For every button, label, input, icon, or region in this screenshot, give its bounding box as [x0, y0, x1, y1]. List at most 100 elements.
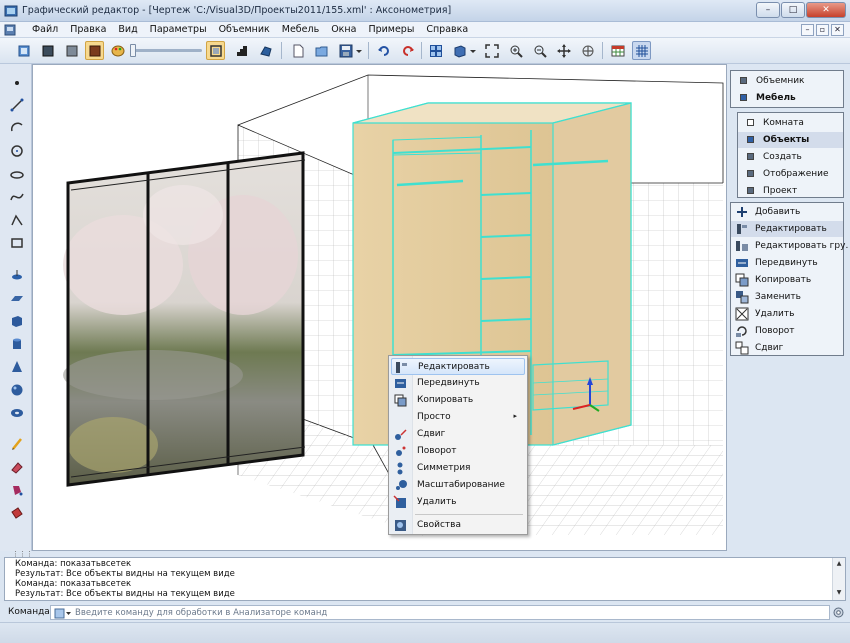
plane-icon[interactable]	[8, 289, 26, 307]
mdi-minimize-button[interactable]: –	[801, 24, 814, 36]
open-folder-icon[interactable]	[312, 41, 331, 60]
solid-icon[interactable]	[8, 266, 26, 284]
left-toolbar	[0, 64, 32, 551]
select-icon[interactable]	[14, 41, 33, 60]
section-display[interactable]: Отображение	[738, 166, 843, 182]
view-cube-icon[interactable]	[450, 41, 469, 60]
close-button[interactable]: ✕	[806, 2, 846, 18]
menu-volume[interactable]: Объемник	[213, 24, 276, 35]
dark-cube-icon[interactable]	[38, 41, 57, 60]
module-furniture[interactable]: Мебель	[731, 90, 843, 106]
title-bar: Графический редактор - [Чертеж 'C:/Visua…	[0, 0, 850, 22]
action-shift[interactable]: Сдвиг	[731, 340, 843, 356]
pencil-icon[interactable]	[8, 435, 26, 453]
section-objects[interactable]: Объекты	[738, 132, 843, 148]
menu-parameters[interactable]: Параметры	[144, 24, 213, 35]
shift-icon	[395, 429, 407, 440]
slider-thumb[interactable]	[130, 44, 136, 57]
3d-viewport[interactable]	[32, 64, 727, 551]
eraser-icon[interactable]	[8, 458, 26, 476]
zoom-out-icon[interactable]	[530, 41, 549, 60]
scroll-up-icon[interactable]: ▲	[834, 559, 844, 569]
spline-icon[interactable]	[8, 188, 26, 206]
table-icon[interactable]	[608, 41, 627, 60]
menu-furniture[interactable]: Мебель	[276, 24, 325, 35]
section-room[interactable]: Комната	[738, 115, 843, 131]
section-create[interactable]: Создать	[738, 149, 843, 165]
delete-icon	[393, 495, 406, 508]
view-dropdown-icon[interactable]	[468, 41, 478, 60]
cylinder-icon[interactable]	[8, 335, 26, 353]
grid-icon[interactable]	[632, 41, 651, 60]
grey-cube-icon[interactable]	[62, 41, 81, 60]
action-delete[interactable]: Удалить	[731, 306, 843, 322]
action-move[interactable]: Передвинуть	[731, 255, 843, 271]
torus-icon[interactable]	[8, 404, 26, 422]
box-icon[interactable]	[8, 312, 26, 330]
menu-edit[interactable]: Правка	[64, 24, 112, 35]
rectangle-icon[interactable]	[8, 234, 26, 252]
new-document-icon[interactable]	[288, 41, 307, 60]
log-scrollbar[interactable]: ▲ ▼	[832, 558, 845, 600]
undo-icon[interactable]	[374, 41, 393, 60]
ctx-shift[interactable]: Сдвиг	[391, 426, 525, 443]
action-replace[interactable]: Заменить	[731, 289, 843, 305]
menu-examples[interactable]: Примеры	[362, 24, 420, 35]
redo-icon[interactable]	[398, 41, 417, 60]
circle-icon[interactable]	[8, 142, 26, 160]
point-icon[interactable]	[8, 74, 26, 92]
stairs-icon[interactable]	[232, 41, 251, 60]
save-dropdown-icon[interactable]	[354, 41, 364, 60]
command-input[interactable]: Введите команду для обработки в Анализат…	[50, 605, 830, 620]
action-edit-group[interactable]: Редактировать гру...	[731, 238, 849, 254]
ctx-copy[interactable]: Копировать	[391, 392, 525, 409]
ctx-properties[interactable]: Свойства	[391, 517, 525, 534]
rotate-icon[interactable]	[578, 41, 597, 60]
menu-file[interactable]: Файл	[26, 24, 64, 35]
document-icon[interactable]	[4, 24, 16, 36]
menu-windows[interactable]: Окна	[325, 24, 362, 35]
gear-icon[interactable]	[832, 606, 845, 619]
minimize-button[interactable]: –	[756, 2, 780, 18]
layout-icon[interactable]	[426, 41, 445, 60]
scroll-down-icon[interactable]: ▼	[834, 588, 844, 598]
zoom-in-icon[interactable]	[506, 41, 525, 60]
command-history-icon[interactable]	[54, 608, 72, 619]
action-add[interactable]: Добавить	[731, 204, 843, 220]
ctx-move[interactable]: Передвинуть	[391, 375, 525, 392]
brush-icon[interactable]	[8, 504, 26, 522]
ctx-simple[interactable]: Просто ▸	[391, 409, 525, 426]
paint-icon[interactable]	[8, 481, 26, 499]
wireframe-cube-icon[interactable]	[206, 41, 225, 60]
mdi-restore-button[interactable]: ▫	[816, 24, 829, 36]
ctx-symmetry[interactable]: Симметрия	[391, 460, 525, 477]
arc-icon[interactable]	[8, 119, 26, 137]
section-project[interactable]: Проект	[738, 183, 843, 199]
mdi-close-button[interactable]: ✕	[831, 24, 844, 36]
maximize-button[interactable]: □	[781, 2, 805, 18]
pan-icon[interactable]	[554, 41, 573, 60]
menu-view[interactable]: Вид	[112, 24, 143, 35]
opacity-slider[interactable]	[130, 44, 202, 57]
action-rotate[interactable]: Поворот	[731, 323, 843, 339]
save-icon[interactable]	[336, 41, 355, 60]
ctx-edit[interactable]: Редактировать	[391, 358, 525, 375]
sphere-icon[interactable]	[8, 381, 26, 399]
ctx-rotate[interactable]: Поворот	[391, 443, 525, 460]
menu-help[interactable]: Справка	[420, 24, 474, 35]
main-toolbar	[0, 38, 850, 64]
zoom-fit-icon[interactable]	[482, 41, 501, 60]
ellipse-icon[interactable]	[8, 165, 26, 183]
action-edit[interactable]: Редактировать	[731, 221, 843, 237]
action-copy[interactable]: Копировать	[731, 272, 843, 288]
polyline-icon[interactable]	[8, 211, 26, 229]
module-volume[interactable]: Объемник	[731, 73, 843, 89]
cone-icon[interactable]	[8, 358, 26, 376]
ctx-delete[interactable]: Удалить	[391, 494, 525, 511]
section-group: Комната Объекты Создать Отображение Прое…	[737, 112, 844, 198]
palette-icon[interactable]	[108, 41, 127, 60]
wood-cube-icon[interactable]	[85, 41, 104, 60]
ctx-scale[interactable]: Масштабирование	[391, 477, 525, 494]
solid-shape-icon[interactable]	[256, 41, 275, 60]
line-icon[interactable]	[8, 96, 26, 114]
